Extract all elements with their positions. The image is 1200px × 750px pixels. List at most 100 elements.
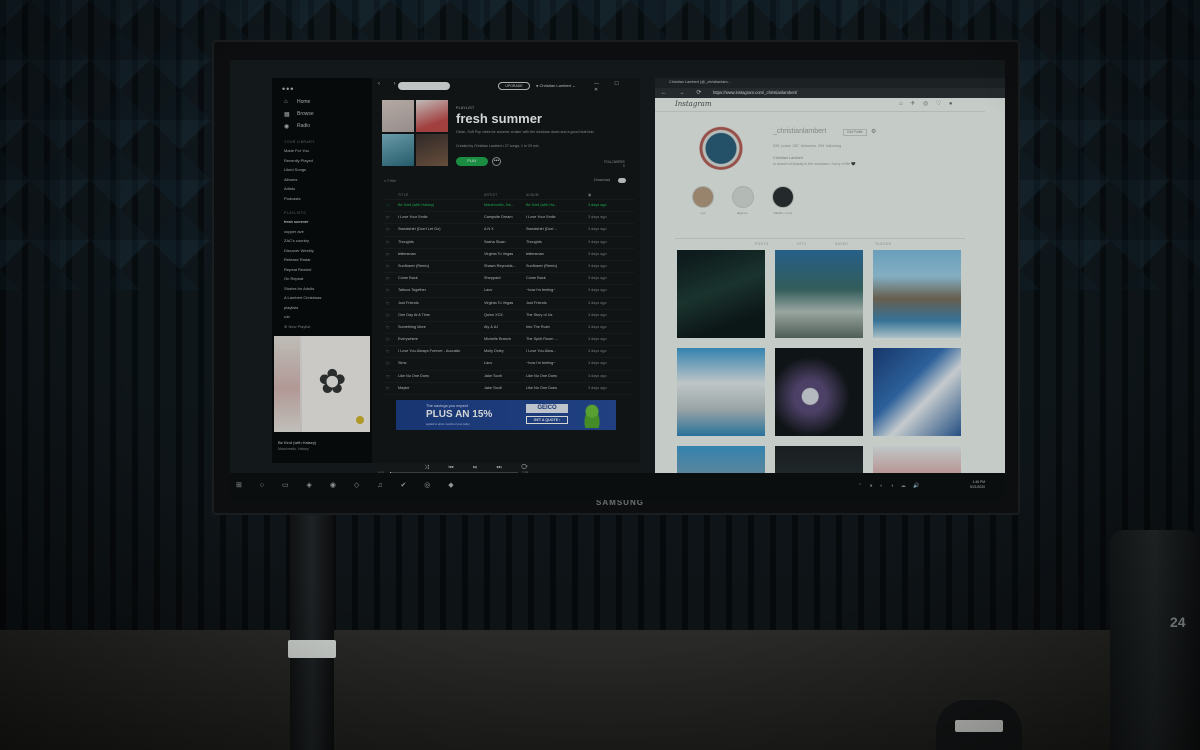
library-item[interactable]: Made For You	[284, 146, 368, 156]
playlist-item[interactable]: copper ave	[284, 227, 368, 237]
gear-icon[interactable]: ⚙	[871, 128, 876, 135]
new-playlist-button[interactable]: ⊕ New Playlist	[284, 324, 310, 329]
table-row[interactable]: ♡ I Love Your Smile Campsite Dream I Love Y…	[384, 212, 634, 225]
table-row[interactable]: ♡ Something More Aly & AJ Into The Rush 3 da…	[384, 322, 634, 335]
table-row[interactable]: ♡ Everywhere Michelle Branch The Spirit Roo…	[384, 334, 634, 347]
playback-controls[interactable]: ⤨ ⏮ ⏯ ⏭ ⟳	[424, 465, 537, 472]
heart-icon[interactable]: ♡	[386, 361, 394, 366]
highlight-nyc[interactable]: nyc	[687, 186, 719, 215]
nav-browse[interactable]: ▦ Browse	[284, 108, 368, 120]
playlist-item[interactable]: playlists	[284, 303, 368, 313]
now-playing-artist[interactable]: Marshmello, Halsey	[278, 447, 309, 451]
nav-home[interactable]: ⌂ Home	[284, 96, 368, 108]
playlist-item[interactable]: rob	[284, 312, 368, 322]
heart-icon[interactable]: ♡	[386, 203, 394, 208]
now-playing-title[interactable]: Be Kind (with Halsey)	[278, 440, 316, 445]
playlist-item[interactable]: A Lambert Christmas	[284, 293, 368, 303]
filter-input[interactable]: ⌕ Filter	[384, 178, 396, 183]
heart-icon[interactable]: ♡	[386, 337, 394, 342]
calendar-icon[interactable]: ▣	[588, 193, 628, 197]
grid-photo[interactable]	[873, 348, 961, 436]
table-row[interactable]: ♡ Thoughts Sasha Sloan Thoughts 3 days ago	[384, 237, 634, 249]
tab-tagged[interactable]: TAGGED	[875, 242, 891, 246]
download-toggle[interactable]	[618, 178, 626, 183]
table-row[interactable]: ♡ I Love You Always Forever - Acoustic Mol…	[384, 346, 634, 359]
table-row[interactable]: ♡ bittersman Virginia To Vegas bittersman 3 …	[384, 249, 634, 261]
table-row[interactable]: ♡ Come Back Sheppard Come Back 3 days ago	[384, 273, 634, 286]
upgrade-button[interactable]: UPGRADE	[498, 82, 530, 90]
highlight-dogs[interactable]: dogs of...	[727, 186, 759, 215]
geico-ad-banner[interactable]: The savings you expect PLUS AN 15% appli…	[396, 400, 616, 430]
table-row[interactable]: ♡ Sweatshirt (Don't Let Go) A N X Sweatshir…	[384, 224, 634, 237]
playlist-item[interactable]: ZAC's country	[284, 236, 368, 246]
instagram-nav-icons[interactable]: ⌂ ✈ ◎ ♡ ●	[899, 100, 956, 107]
more-options-icon[interactable]: •••	[492, 157, 501, 166]
column-album[interactable]: ALBUM	[526, 193, 572, 197]
table-row[interactable]: ♡ Just Friends Virginia To Vegas Just Frien…	[384, 298, 634, 310]
highlight-gear[interactable]: GEAR + more	[767, 186, 799, 215]
tab-posts[interactable]: POSTS	[755, 242, 769, 246]
heart-icon[interactable]: ♡	[386, 276, 394, 281]
library-item[interactable]: Recently Played	[284, 156, 368, 166]
playlist-item[interactable]: fresh summer	[284, 217, 368, 227]
heart-icon[interactable]: ♡	[386, 349, 394, 354]
table-row[interactable]: ♡ Be Kind (with Halsey) Marshmello, Ha... B…	[384, 200, 634, 213]
heart-icon[interactable]: ♡	[386, 325, 394, 330]
grid-photo[interactable]	[677, 348, 765, 436]
library-item[interactable]: Albums	[284, 175, 368, 185]
column-title[interactable]: TITLE	[398, 193, 480, 197]
library-item[interactable]: Artists	[284, 184, 368, 194]
heart-icon[interactable]: ♡	[386, 301, 394, 306]
playlist-item[interactable]: Release Radar	[284, 255, 368, 265]
playlist-item[interactable]: Stories for Adults	[284, 284, 368, 294]
tab-igtv[interactable]: IGTV	[797, 242, 807, 246]
avatar[interactable]	[697, 122, 745, 170]
playlist-item[interactable]: On Repeat	[284, 274, 368, 284]
taskbar-app-icons[interactable]: ⊞ ○ ▭ ◈ ◉ ◇ ♫ ✔ ◎ ◆	[236, 481, 462, 489]
grid-photo[interactable]	[677, 250, 765, 338]
table-row[interactable]: ♡ Like No One Does Jake Scott Like No One D…	[384, 371, 634, 383]
grid-photo[interactable]	[775, 348, 863, 436]
instagram-logo[interactable]: Instagram	[675, 100, 712, 108]
ad-cta-button[interactable]: GET A QUOTE ›	[526, 416, 568, 424]
track-artist: Molly Oxley	[484, 349, 504, 354]
grid-photo[interactable]	[775, 250, 863, 338]
playlist-item[interactable]: Repeat Rewind	[284, 265, 368, 275]
heart-icon[interactable]: ♡	[386, 313, 394, 318]
window-controls[interactable]: — ☐ ✕	[594, 81, 640, 93]
radio-icon: ◉	[284, 123, 290, 130]
heart-icon[interactable]: ♡	[386, 227, 394, 232]
browser-nav-icons[interactable]: ← → ⟳	[661, 89, 706, 96]
heart-icon[interactable]: ♡	[386, 215, 394, 220]
edit-profile-button[interactable]: Edit Profile	[843, 129, 867, 136]
play-button[interactable]: PLAY	[456, 157, 488, 166]
table-row[interactable]: ♡ Tattoos Together Lauv ~how i'm feeling~ 3 …	[384, 285, 634, 298]
nav-radio[interactable]: ◉ Radio	[284, 120, 368, 132]
system-tray-icons[interactable]: ⌃ ● ◐ ◑ ☁ 🔊	[858, 483, 922, 489]
menu-dots-icon[interactable]: •••	[282, 84, 294, 94]
heart-icon[interactable]: ♡	[386, 386, 394, 391]
highlight-label: nyc	[700, 211, 706, 215]
address-bar[interactable]: https://www.instagram.com/_christianlamb…	[713, 90, 797, 95]
heart-icon[interactable]: ♡	[386, 288, 394, 293]
heart-icon[interactable]: ♡	[386, 374, 394, 379]
user-menu[interactable]: ● Christian Lambert ⌄	[536, 83, 576, 88]
track-title: Come Back	[398, 276, 418, 281]
table-row[interactable]: ♡ One Day At A Time Quinn XCII The Story of…	[384, 310, 634, 322]
browser-tab[interactable]: Christian Lambert (@_christianlam...	[669, 80, 731, 84]
tab-saved[interactable]: SAVED	[835, 242, 848, 246]
library-item[interactable]: Liked Songs	[284, 165, 368, 175]
playlist-item[interactable]: Discover Weekly	[284, 246, 368, 256]
heart-icon[interactable]: ♡	[386, 240, 394, 245]
search-input[interactable]	[398, 82, 450, 90]
table-row[interactable]: ♡ Sims Lauv ~how i'm feeling~ 3 days ago	[384, 358, 634, 371]
taskbar-clock[interactable]: 1:46 PM 5/21/2020	[970, 480, 985, 490]
heart-icon[interactable]: ♡	[386, 252, 394, 257]
now-playing-cover[interactable]: ✿	[274, 336, 370, 432]
table-row[interactable]: ♡ Maybe Jake Scott Like No One Does 3 days a…	[384, 383, 634, 395]
heart-icon[interactable]: ♡	[386, 264, 394, 269]
library-item[interactable]: Podcasts	[284, 194, 368, 204]
grid-photo[interactable]	[873, 250, 961, 338]
column-artist[interactable]: ARTIST	[484, 193, 524, 197]
table-row[interactable]: ♡ Sunflower (Remix) Shawn Reynolds... Sunfl…	[384, 261, 634, 274]
